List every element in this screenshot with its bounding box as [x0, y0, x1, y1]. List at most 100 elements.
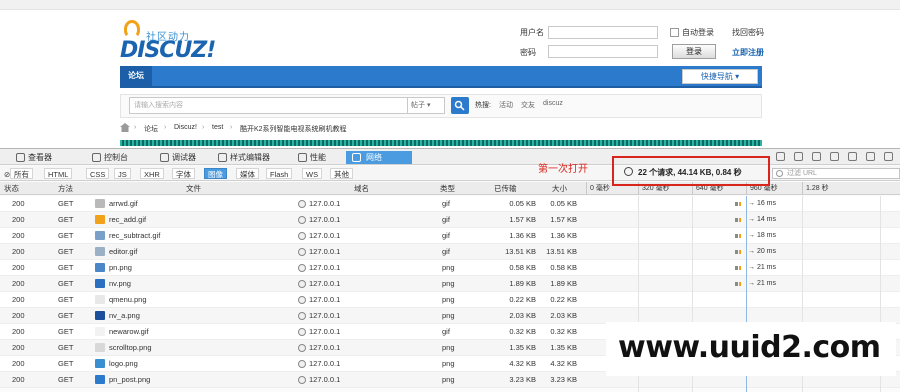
row-status: 200 [12, 263, 25, 272]
filter-media[interactable]: 媒体 [236, 168, 259, 179]
login-form: 用户名 自动登录 找回密码 密码 登录 立即注册 [520, 26, 770, 62]
quick-nav-button[interactable]: 快捷导航 ▾ [682, 69, 758, 84]
dock-icon[interactable] [848, 152, 857, 161]
table-row[interactable]: 200 GET nv.png 127.0.0.1 png 1.89 KB 1.89 KB → … [0, 276, 900, 292]
filter-images[interactable]: 图像 [204, 168, 227, 179]
row-file: arrwd.gif [109, 199, 138, 208]
tab-debugger[interactable]: 调试器 [160, 151, 196, 164]
file-thumbnail-icon [95, 327, 105, 336]
url-filter-input[interactable]: 过滤 URL [772, 168, 900, 179]
responsive-icon[interactable] [794, 152, 803, 161]
logo-wordmark: DISCUZ! [120, 38, 216, 63]
password-input[interactable] [548, 45, 658, 58]
tab-performance[interactable]: 性能 [298, 151, 326, 164]
filter-ws[interactable]: WS [302, 168, 323, 179]
row-domain: 127.0.0.1 [309, 199, 341, 208]
table-row[interactable]: 200 GET qmenu.png 127.0.0.1 png 0.22 KB 0.22 K… [0, 292, 900, 308]
row-file: nv.png [109, 279, 131, 288]
login-button[interactable]: 登录 [672, 44, 716, 59]
table-row[interactable]: 200 GET editor.gif 127.0.0.1 gif 13.51 KB 13.5… [0, 244, 900, 260]
col-status[interactable]: 状态 [4, 183, 19, 194]
row-method: GET [58, 311, 74, 320]
tab-inspector[interactable]: 查看器 [16, 151, 52, 164]
auto-login-label[interactable]: 自动登录 [682, 27, 714, 38]
breadcrumb-thread-title[interactable]: 酷开K2系列智能电视系统刷机教程 [240, 124, 347, 134]
filter-css[interactable]: CSS [86, 168, 110, 179]
row-domain: 127.0.0.1 [309, 247, 341, 256]
search-button[interactable] [451, 97, 469, 114]
row-time: → 14 ms [748, 216, 777, 223]
timeline-tick: 1.28 秒 [806, 185, 829, 192]
row-method: GET [58, 199, 74, 208]
filter-js[interactable]: JS [114, 168, 131, 179]
globe-icon [298, 328, 306, 336]
hot-search-item[interactable]: discuz [543, 100, 563, 107]
main-navbar: 论坛 快捷导航 ▾ [120, 66, 762, 88]
tab-console[interactable]: 控制台 [92, 151, 128, 164]
row-status: 200 [12, 199, 25, 208]
split-console-icon[interactable] [776, 152, 785, 161]
debugger-icon [160, 153, 169, 162]
search-input[interactable]: 请输入搜索内容 [129, 97, 425, 114]
search-type-select[interactable]: 帖子 ▾ [407, 97, 445, 114]
nav-forum[interactable]: 论坛 [120, 66, 152, 86]
row-transferred: 0.22 KB [509, 295, 536, 304]
discuz-logo[interactable]: 社区动力 DISCUZ! [120, 18, 230, 63]
username-input[interactable] [548, 26, 658, 39]
row-file: editor.gif [109, 247, 138, 256]
col-type[interactable]: 类型 [440, 183, 455, 194]
tab-style-editor[interactable]: 样式编辑器 [218, 151, 270, 164]
breadcrumb-forum[interactable]: 论坛 [144, 124, 158, 134]
col-file[interactable]: 文件 [186, 183, 201, 194]
breadcrumb-discuz[interactable]: Discuz! [174, 124, 197, 131]
home-icon[interactable] [120, 123, 130, 132]
hot-search-item[interactable]: 交友 [521, 100, 535, 110]
filter-xhr[interactable]: XHR [140, 168, 164, 179]
filter-html[interactable]: HTML [44, 168, 73, 179]
row-method: GET [58, 343, 74, 352]
row-size: 2.03 KB [550, 311, 577, 320]
row-method: GET [58, 231, 74, 240]
row-type: png [442, 359, 455, 368]
globe-icon [298, 248, 306, 256]
close-icon[interactable] [884, 152, 893, 161]
register-link[interactable]: 立即注册 [732, 47, 764, 58]
tab-network[interactable]: 网络 [346, 151, 412, 164]
row-type: png [442, 343, 455, 352]
col-transferred[interactable]: 已传输 [494, 183, 517, 194]
filter-fonts[interactable]: 字体 [172, 168, 195, 179]
row-size: 1.36 KB [550, 231, 577, 240]
hot-search-item[interactable]: 活动 [499, 100, 513, 110]
row-status: 200 [12, 343, 25, 352]
timing-bar [735, 250, 738, 254]
settings-gear-icon[interactable] [830, 152, 839, 161]
network-icon [352, 153, 361, 162]
row-size: 0.58 KB [550, 263, 577, 272]
row-method: GET [58, 327, 74, 336]
screenshot-icon[interactable] [812, 152, 821, 161]
col-method[interactable]: 方法 [58, 183, 73, 194]
breadcrumb-test[interactable]: test [212, 124, 223, 131]
row-transferred: 1.36 KB [509, 231, 536, 240]
filter-flash[interactable]: Flash [266, 168, 293, 179]
performance-icon [298, 153, 307, 162]
table-row[interactable]: 200 GET pn.png 127.0.0.1 png 0.58 KB 0.58 KB → … [0, 260, 900, 276]
col-size[interactable]: 大小 [552, 183, 567, 194]
password-label: 密码 [520, 48, 536, 57]
forgot-password-link[interactable]: 找回密码 [732, 27, 764, 38]
timing-bar [735, 266, 738, 270]
filter-all[interactable]: 所有 [10, 168, 33, 179]
file-thumbnail-icon [95, 247, 105, 256]
filter-other[interactable]: 其他 [330, 168, 353, 179]
table-row[interactable]: 200 GET rec_add.gif 127.0.0.1 gif 1.57 KB 1.57… [0, 212, 900, 228]
row-time: → 18 ms [748, 232, 777, 239]
row-type: png [442, 295, 455, 304]
table-row[interactable]: 200 GET arrwd.gif 127.0.0.1 gif 0.05 KB 0.05 K… [0, 196, 900, 212]
table-row[interactable]: 200 GET rec_subtract.gif 127.0.0.1 gif 1.36 K… [0, 228, 900, 244]
auto-login-checkbox[interactable] [670, 28, 679, 37]
row-domain: 127.0.0.1 [309, 215, 341, 224]
row-domain: 127.0.0.1 [309, 263, 341, 272]
undock-icon[interactable] [866, 152, 875, 161]
col-domain[interactable]: 域名 [354, 183, 369, 194]
file-thumbnail-icon [95, 375, 105, 384]
